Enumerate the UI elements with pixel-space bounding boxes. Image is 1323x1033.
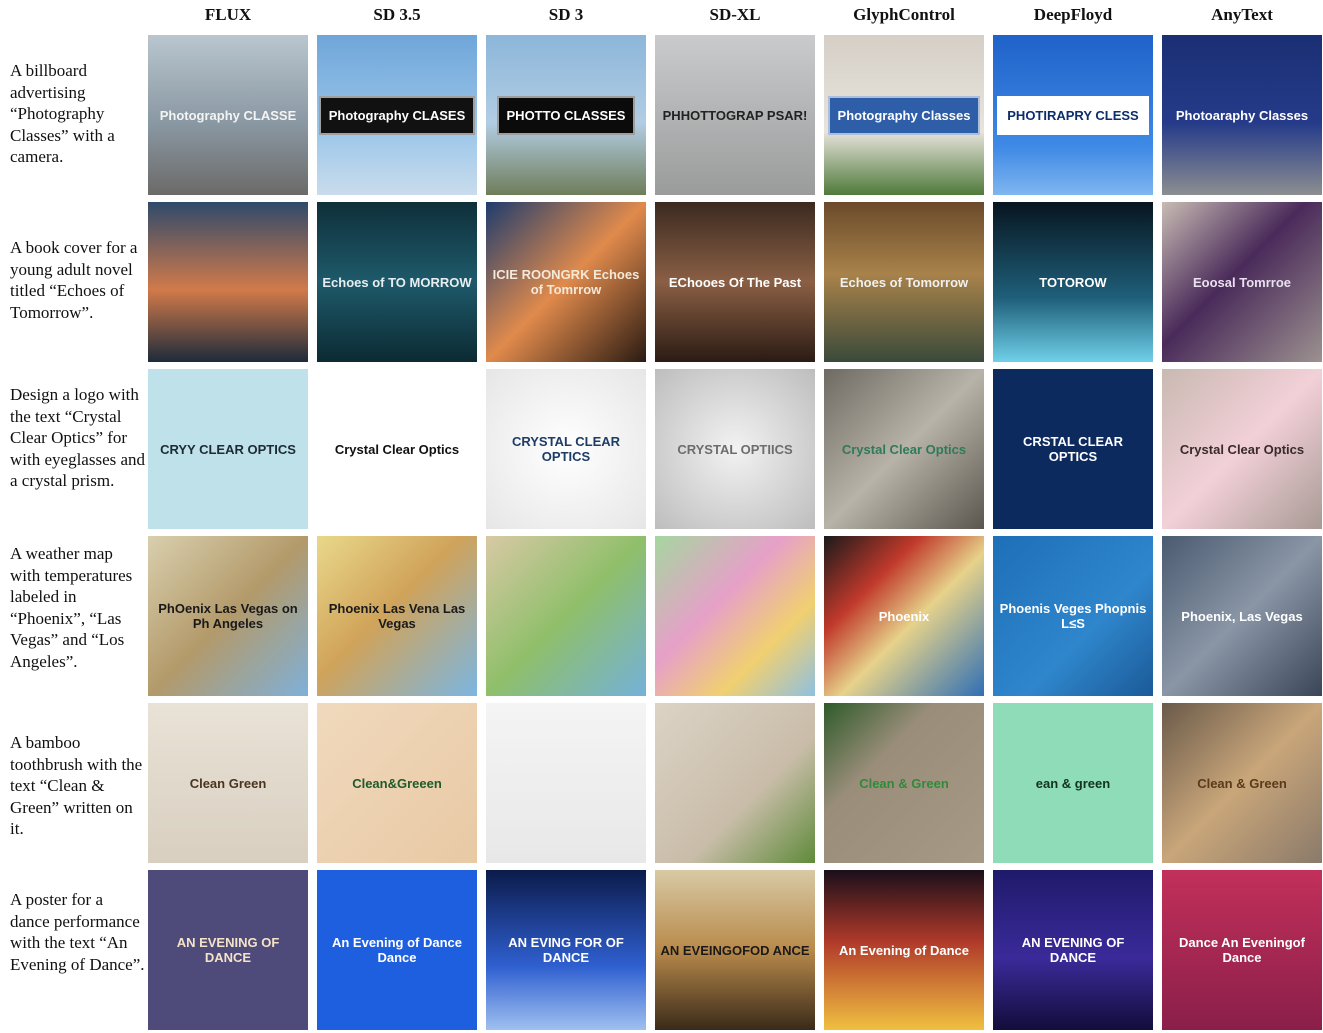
image-rendered-text: Photography CLASES	[318, 95, 476, 135]
generated-image-sd-xl: PHHOTTOGRAP PSAR!	[655, 35, 815, 195]
column-header-sd-3: SD 3	[548, 5, 584, 24]
column-header-flux: FLUX	[204, 5, 252, 24]
image-rendered-text: CRSTAL CLEAR OPTICS	[1023, 434, 1123, 464]
image-rendered-text: TOTOROW	[1039, 274, 1107, 290]
generated-image-anytext: Crystal Clear Optics	[1162, 369, 1322, 529]
generated-image-flux: Clean Green	[148, 703, 308, 863]
generated-image-sd-3-5: Crystal Clear Optics	[317, 369, 477, 529]
image-rendered-text: PhOenix Las Vegas on Ph Angeles	[158, 601, 298, 631]
image-rendered-text: ean & green	[1035, 775, 1111, 791]
generated-image-flux: CRYY CLEAR OPTICS	[148, 369, 308, 529]
image-rendered-text: AN EVEINGOFOD ANCE	[660, 942, 810, 958]
column-header-sd-xl: SD-XL	[709, 5, 761, 24]
generated-image-sd-3	[486, 703, 646, 863]
generated-image-sd-3	[486, 536, 646, 696]
generated-image-flux: Photography CLASSE	[148, 35, 308, 195]
image-rendered-text: PHOTTO CLASSES	[496, 95, 636, 135]
image-rendered-text: CRYSTAL OPTIICS	[677, 441, 793, 457]
generated-image-glyphcontrol: Echoes of Tomorrow	[824, 202, 984, 362]
generated-image-sd-3: ICIE ROONGRK Echoes of Tomrrow	[486, 202, 646, 362]
image-rendered-text: AN EVING FOR OF DANCE	[508, 935, 624, 965]
generated-image-deepfloyd: PHOTIRAPRY CLESS	[993, 35, 1153, 195]
prompt-text: Design a logo with the text “Crystal Cle…	[10, 385, 146, 490]
generated-image-sd-3-5: Phoenix Las Vena Las Vegas	[317, 536, 477, 696]
column-header-deepfloyd: DeepFloyd	[1033, 5, 1113, 24]
image-rendered-text: Phoenix	[878, 608, 930, 624]
generated-image-glyphcontrol: An Evening of Dance	[824, 870, 984, 1030]
image-rendered-text: PHOTIRAPRY CLESS	[997, 95, 1149, 135]
image-rendered-text: Crystal Clear Optics	[1179, 441, 1305, 457]
generated-image-sd-3: CRYSTAL CLEAR OPTICS	[486, 369, 646, 529]
image-rendered-text: EChooes Of The Past	[668, 274, 802, 290]
image-rendered-text: An Evening of Dance	[838, 942, 970, 958]
image-rendered-text: Clean & Green	[1197, 775, 1287, 791]
generated-image-anytext: Dance An Eveningof Dance	[1162, 870, 1322, 1030]
image-rendered-text: Photography Classes	[827, 95, 981, 135]
image-rendered-text: Clean Green	[189, 775, 267, 791]
generated-image-sd-3-5: Echoes of TO MORROW	[317, 202, 477, 362]
prompt-text: A weather map with temperatures labeled …	[10, 544, 133, 671]
image-rendered-text: Crystal Clear Optics	[334, 441, 460, 457]
generated-image-anytext: Photoaraphy Classes	[1162, 35, 1322, 195]
prompt-text: A poster for a dance performance with th…	[10, 890, 145, 974]
image-rendered-text: Eoosal Tomrroe	[1192, 274, 1291, 290]
image-rendered-text: Clean&Greeen	[352, 775, 442, 791]
prompt-text: A bamboo toothbrush with the text “Clean…	[10, 733, 143, 838]
column-header-anytext: AnyText	[1211, 5, 1273, 24]
image-rendered-text: AN EVENING OF DANCE	[1021, 935, 1125, 965]
generated-image-deepfloyd: Phoenis Veges Phopnis L≤S	[993, 536, 1153, 696]
image-rendered-text: An Evening of Dance Dance	[331, 935, 463, 965]
image-rendered-text: CRYY CLEAR OPTICS	[160, 441, 296, 457]
generated-image-anytext: Clean & Green	[1162, 703, 1322, 863]
generated-image-flux: AN EVENING OF DANCE	[148, 870, 308, 1030]
image-rendered-text: CRYSTAL CLEAR OPTICS	[511, 434, 621, 464]
column-header-glyphcontrol: GlyphControl	[853, 5, 955, 24]
generated-image-sd-3-5: Photography CLASES	[317, 35, 477, 195]
generated-image-sd-xl: EChooes Of The Past	[655, 202, 815, 362]
generated-image-flux: PhOenix Las Vegas on Ph Angeles	[148, 536, 308, 696]
prompt-text: A book cover for a young adult novel tit…	[10, 238, 138, 322]
generated-image-deepfloyd: ean & green	[993, 703, 1153, 863]
image-rendered-text: Crystal Clear Optics	[841, 441, 967, 457]
generated-image-deepfloyd: AN EVENING OF DANCE	[993, 870, 1153, 1030]
image-rendered-text: Photoaraphy Classes	[1175, 107, 1309, 123]
image-rendered-text: PHHOTTOGRAP PSAR!	[662, 107, 808, 123]
generated-image-deepfloyd: TOTOROW	[993, 202, 1153, 362]
image-rendered-text: Phoenis Veges Phopnis L≤S	[999, 601, 1147, 631]
generated-image-anytext: Phoenix, Las Vegas	[1162, 536, 1322, 696]
generated-image-sd-xl: AN EVEINGOFOD ANCE	[655, 870, 815, 1030]
generated-image-sd-3-5: An Evening of Dance Dance	[317, 870, 477, 1030]
generated-image-sd-xl: CRYSTAL OPTIICS	[655, 369, 815, 529]
prompt-text: A billboard advertising “Photography Cla…	[10, 61, 115, 166]
generated-image-sd-xl	[655, 536, 815, 696]
generated-image-sd-xl	[655, 703, 815, 863]
generated-image-sd-3: AN EVING FOR OF DANCE	[486, 870, 646, 1030]
generated-image-deepfloyd: CRSTAL CLEAR OPTICS	[993, 369, 1153, 529]
image-rendered-text: Phoenix Las Vena Las Vegas	[328, 601, 466, 631]
generated-image-glyphcontrol: Clean & Green	[824, 703, 984, 863]
image-rendered-text: Echoes of TO MORROW	[322, 274, 472, 290]
image-rendered-text: Echoes of Tomorrow	[839, 274, 969, 290]
image-rendered-text: Clean & Green	[859, 775, 949, 791]
image-rendered-text: ICIE ROONGRK Echoes of Tomrrow	[492, 267, 640, 297]
image-rendered-text: AN EVENING OF DANCE	[176, 935, 280, 965]
generated-image-flux	[148, 202, 308, 362]
generated-image-sd-3-5: Clean&Greeen	[317, 703, 477, 863]
image-rendered-text: Photography CLASSE	[159, 107, 297, 123]
generated-image-glyphcontrol: Phoenix	[824, 536, 984, 696]
image-rendered-text: Dance An Eveningof Dance	[1179, 935, 1305, 965]
generated-image-anytext: Eoosal Tomrroe	[1162, 202, 1322, 362]
generated-image-glyphcontrol: Crystal Clear Optics	[824, 369, 984, 529]
image-rendered-text: Phoenix, Las Vegas	[1181, 608, 1303, 624]
column-header-sd-3-5: SD 3.5	[373, 5, 421, 24]
generated-image-sd-3: PHOTTO CLASSES	[486, 35, 646, 195]
comparison-figure: FLUX SD 3.5 SD 3 SD-XL GlyphControl DeepFloyd…	[0, 0, 1323, 1033]
generated-image-glyphcontrol: Photography Classes	[824, 35, 984, 195]
